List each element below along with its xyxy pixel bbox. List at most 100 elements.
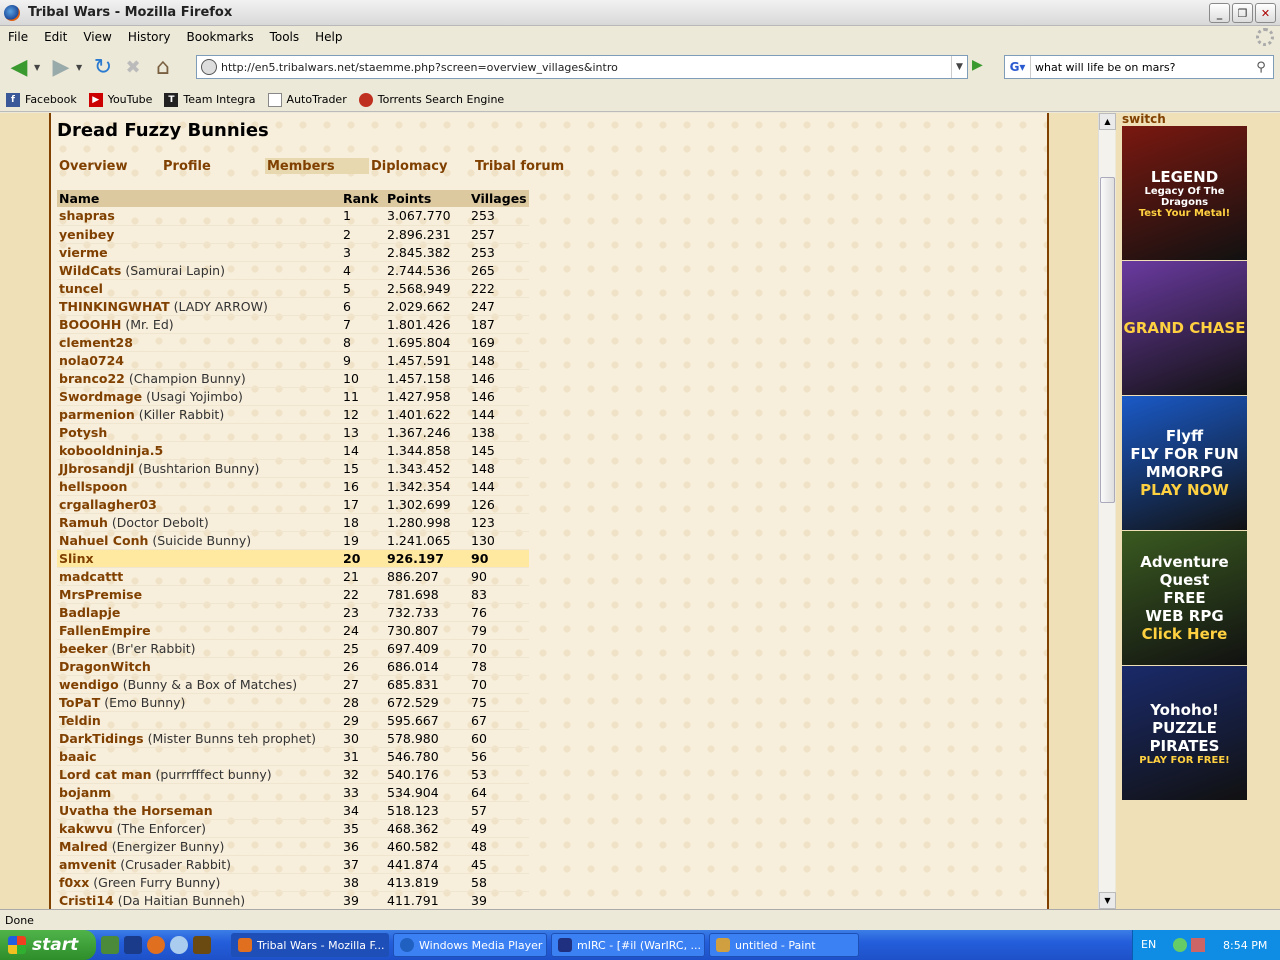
member-link[interactable]: Nahuel Conh [59, 533, 148, 548]
member-link[interactable]: Badlapje [59, 605, 120, 620]
ad-banner-grandchase[interactable]: GRAND CHASE [1122, 261, 1247, 395]
menu-tools[interactable]: Tools [262, 30, 308, 44]
menu-file[interactable]: File [0, 30, 36, 44]
forward-history-dropdown[interactable]: ▼ [76, 63, 88, 72]
bookmark-team-integra[interactable]: T Team Integra [164, 92, 256, 107]
member-link[interactable]: bojanm [59, 785, 111, 800]
member-link[interactable]: Lord cat man [59, 767, 152, 782]
member-link[interactable]: vierme [59, 245, 108, 260]
tab-diplomacy[interactable]: Diplomacy [369, 158, 473, 174]
ad-banner-flyff[interactable]: Flyff FLY FOR FUN MMORPG PLAY NOW [1122, 396, 1247, 530]
member-link[interactable]: ToPaT [59, 695, 100, 710]
member-link[interactable]: clement28 [59, 335, 133, 350]
member-link[interactable]: Ramuh [59, 515, 108, 530]
member-link[interactable]: Potysh [59, 425, 107, 440]
member-link[interactable]: WildCats [59, 263, 121, 278]
member-link[interactable]: kakwvu [59, 821, 113, 836]
menu-history[interactable]: History [120, 30, 179, 44]
member-link[interactable]: baaic [59, 749, 97, 764]
member-link[interactable]: shapras [59, 208, 115, 223]
tab-members[interactable]: Members [265, 158, 369, 174]
search-bar[interactable]: G▾ ⚲ [1004, 55, 1274, 79]
clock[interactable]: 8:54 PM [1223, 939, 1267, 952]
menu-bookmarks[interactable]: Bookmarks [179, 30, 262, 44]
col-villages[interactable]: Villages [469, 190, 529, 207]
quicklaunch-photoshop-icon[interactable] [124, 936, 142, 954]
member-link[interactable]: tuncel [59, 281, 103, 296]
col-name[interactable]: Name [57, 190, 341, 207]
scroll-down-icon[interactable]: ▼ [1099, 892, 1116, 909]
task-mirc[interactable]: mIRC - [#il (WarIRC, ... [551, 933, 705, 957]
url-dropdown-icon[interactable]: ▼ [951, 56, 967, 78]
member-link[interactable]: hellspoon [59, 479, 127, 494]
start-button[interactable]: start [0, 930, 96, 960]
member-link[interactable]: branco22 [59, 371, 125, 386]
address-bar[interactable]: ▼ [196, 55, 968, 79]
quicklaunch-warcraft-icon[interactable] [193, 936, 211, 954]
menu-view[interactable]: View [75, 30, 119, 44]
member-link[interactable]: yenibey [59, 227, 114, 242]
go-arrow-icon[interactable]: ▶ [972, 57, 990, 77]
member-link[interactable]: nola0724 [59, 353, 124, 368]
minimize-button[interactable]: _ [1209, 3, 1230, 23]
member-link[interactable]: crgallagher03 [59, 497, 157, 512]
member-link[interactable]: wendigo [59, 677, 119, 692]
member-link[interactable]: DragonWitch [59, 659, 151, 674]
col-points[interactable]: Points [385, 190, 469, 207]
tab-overview[interactable]: Overview [57, 158, 161, 174]
member-link[interactable]: madcattt [59, 569, 123, 584]
maximize-button[interactable]: ❐ [1232, 3, 1253, 23]
member-link[interactable]: BOOOHH [59, 317, 121, 332]
quicklaunch-firefox-icon[interactable] [147, 936, 165, 954]
close-button[interactable]: ✕ [1255, 3, 1276, 23]
member-link[interactable]: Slinx [59, 551, 94, 566]
member-link[interactable]: Cristi14 [59, 893, 114, 908]
member-link[interactable]: f0xx [59, 875, 89, 890]
member-link[interactable]: DarkTidings [59, 731, 144, 746]
member-link[interactable]: Uvatha the Horseman [59, 803, 213, 818]
member-link[interactable]: THINKINGWHAT [59, 299, 170, 314]
quicklaunch-network-icon[interactable] [170, 936, 188, 954]
member-link[interactable]: beeker [59, 641, 108, 656]
home-icon[interactable]: ⌂ [148, 52, 178, 82]
ad-banner-legend[interactable]: LEGEND Legacy Of The Dragons Test Your Met… [1122, 126, 1247, 260]
col-rank[interactable]: Rank [341, 190, 385, 207]
member-link[interactable]: Swordmage [59, 389, 142, 404]
ad-banner-adventurequest[interactable]: Adventure Quest FREE WEB RPG Click Here [1122, 531, 1247, 665]
member-link[interactable]: parmenion [59, 407, 135, 422]
search-input[interactable] [1031, 60, 1249, 74]
forward-arrow-icon[interactable]: ▶ [46, 52, 76, 82]
bookmark-facebook[interactable]: f Facebook [6, 92, 77, 107]
scroll-thumb[interactable] [1100, 177, 1115, 503]
task-media-player[interactable]: Windows Media Player [393, 933, 547, 957]
google-engine-icon[interactable]: G▾ [1005, 56, 1031, 78]
tab-profile[interactable]: Profile [161, 158, 265, 174]
member-link[interactable]: FallenEmpire [59, 623, 151, 638]
member-link[interactable]: amvenit [59, 857, 116, 872]
back-history-dropdown[interactable]: ▼ [34, 63, 46, 72]
back-arrow-icon[interactable]: ◀ [4, 52, 34, 82]
url-input[interactable] [221, 60, 951, 74]
scroll-up-icon[interactable]: ▲ [1099, 113, 1116, 130]
tab-tribal-forum[interactable]: Tribal forum [473, 158, 583, 174]
member-link[interactable]: Malred [59, 839, 108, 854]
reload-icon[interactable]: ↻ [88, 52, 118, 82]
quicklaunch-utorrent-icon[interactable] [101, 936, 119, 954]
ad-banner-puzzlepirates[interactable]: Yohoho! PUZZLE PIRATES PLAY FOR FREE! [1122, 666, 1247, 800]
task-firefox[interactable]: Tribal Wars - Mozilla F... [231, 933, 389, 957]
search-magnifier-icon[interactable]: ⚲ [1249, 60, 1273, 75]
switch-link[interactable]: switch [1122, 112, 1166, 126]
task-paint[interactable]: untitled - Paint [709, 933, 859, 957]
tray-messenger-icon[interactable] [1173, 938, 1187, 952]
menu-edit[interactable]: Edit [36, 30, 75, 44]
member-link[interactable]: Teldin [59, 713, 101, 728]
member-link[interactable]: JJbrosandjl [59, 461, 134, 476]
stop-icon[interactable]: ✖ [118, 52, 148, 82]
bookmark-youtube[interactable]: ▶ YouTube [88, 92, 152, 107]
member-link[interactable]: MrsPremise [59, 587, 142, 602]
tray-app-icon[interactable] [1191, 938, 1205, 952]
bookmark-torrents[interactable]: Torrents Search Engine [358, 92, 504, 107]
member-link[interactable]: kobooldninja.5 [59, 443, 163, 458]
language-indicator[interactable]: EN [1141, 938, 1156, 951]
vertical-scrollbar[interactable]: ▲ ▼ [1098, 113, 1116, 909]
